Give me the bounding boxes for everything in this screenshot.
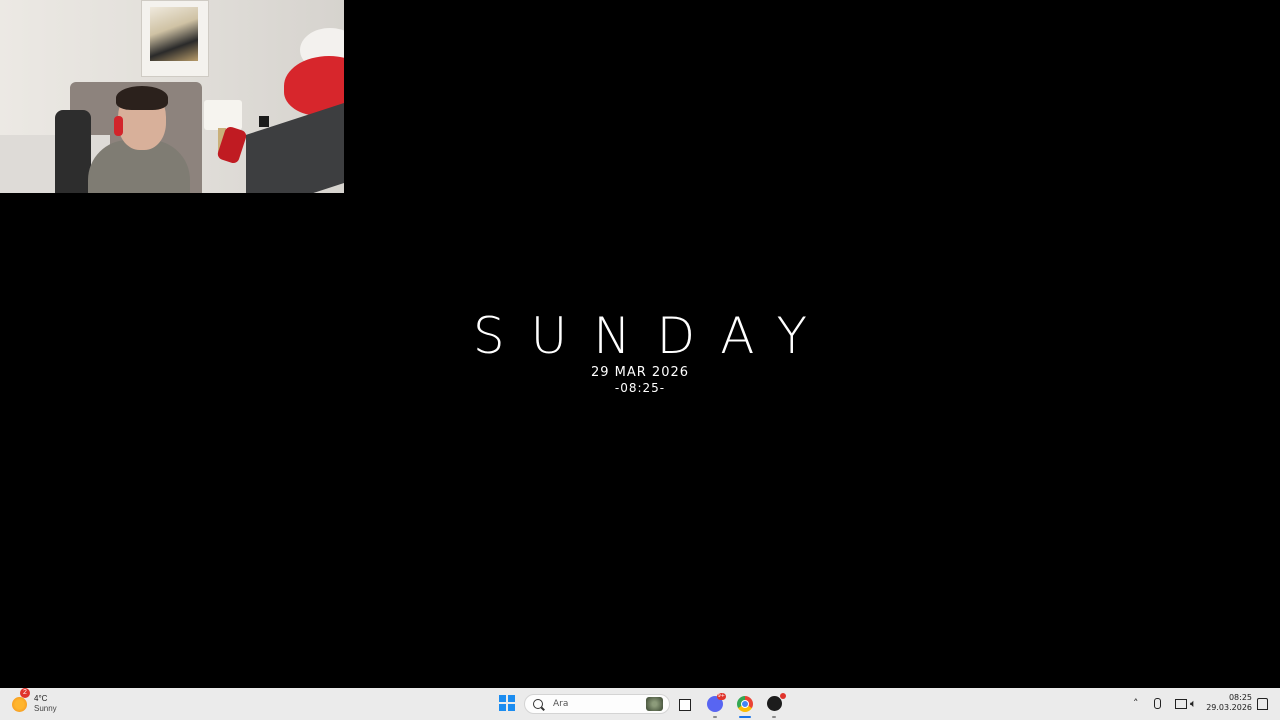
wall-switch	[259, 116, 269, 127]
microphone-icon[interactable]	[1154, 698, 1161, 709]
discord-button[interactable]: 9+	[707, 693, 726, 712]
weather-text: 4°C Sunny	[34, 694, 57, 714]
obs-button[interactable]	[767, 693, 786, 712]
discord-running-indicator	[713, 716, 717, 718]
wall-picture	[141, 0, 209, 77]
search-highlight-icon[interactable]	[646, 697, 663, 711]
windows-logo-icon	[499, 695, 506, 702]
person-hair	[116, 86, 168, 110]
task-view-button[interactable]	[676, 696, 692, 712]
webcam-overlay	[0, 0, 344, 193]
day-title: SUNDAY	[472, 307, 834, 365]
date-text: 29 MAR 2026	[590, 365, 690, 380]
weather-temp: 4°C	[34, 694, 48, 703]
taskbar-date: 29.03.2026	[1206, 703, 1252, 712]
sun-icon	[12, 696, 27, 712]
notification-icon[interactable]	[1257, 698, 1268, 710]
obs-icon	[767, 696, 782, 711]
desktop-clock-widget: SUNDAY 29 MAR 2026 -08:25-	[0, 308, 1280, 395]
network-icon[interactable]	[1175, 699, 1187, 709]
weather-badge: 2	[20, 688, 30, 698]
headphones	[114, 116, 123, 136]
chrome-icon	[737, 696, 753, 712]
chevron-up-icon[interactable]: ˄	[1133, 698, 1139, 710]
discord-badge: 9+	[716, 693, 726, 700]
time-text: -08:25-	[614, 381, 666, 395]
weather-condition: Sunny	[34, 704, 57, 713]
lamp	[204, 100, 242, 130]
obs-running-indicator	[772, 716, 776, 718]
volume-icon[interactable]: 🔈︎	[1190, 698, 1197, 710]
start-button[interactable]	[499, 695, 515, 711]
chrome-active-indicator	[739, 716, 751, 718]
weather-widget[interactable]: 2 4°C Sunny	[12, 688, 57, 716]
chrome-button[interactable]	[737, 696, 753, 712]
taskbar-time: 08:25	[1228, 693, 1252, 702]
search-icon	[533, 699, 543, 709]
search-placeholder: Ara	[553, 699, 569, 709]
task-view-icon	[679, 699, 691, 711]
search-input[interactable]: Ara	[524, 694, 670, 714]
gaming-chair	[55, 110, 91, 193]
taskbar-clock[interactable]: 08:25 29.03.2026	[1204, 693, 1252, 713]
obs-recording-badge	[780, 693, 786, 699]
